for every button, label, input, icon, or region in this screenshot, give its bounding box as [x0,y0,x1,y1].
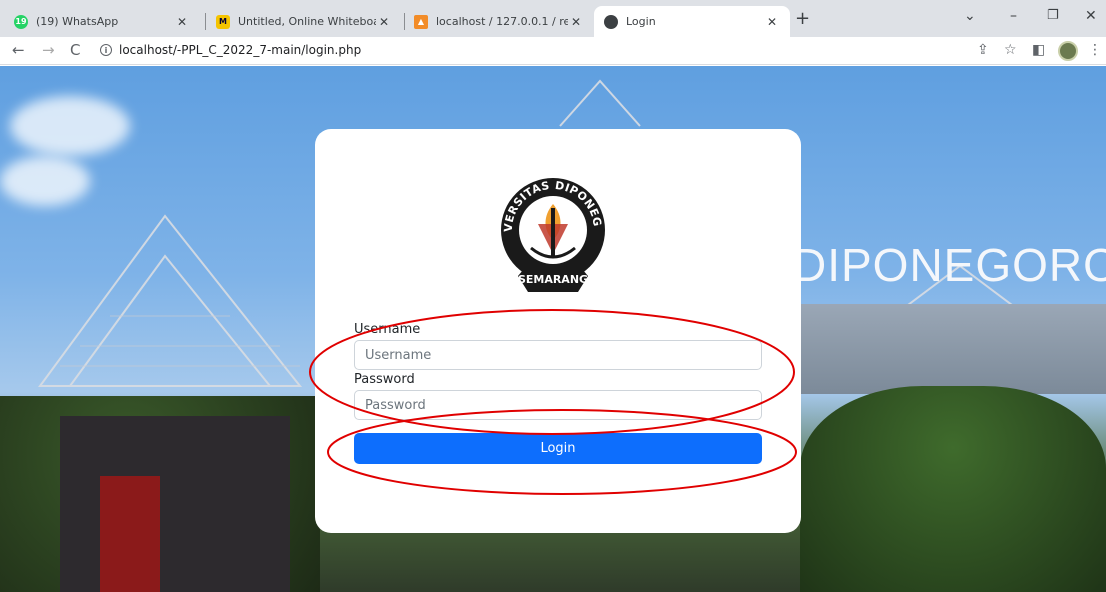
tab-title: Untitled, Online Whiteboard for \ [238,15,376,28]
browser-toolbar: ← → C i localhost/-PPL_C_2022_7-main/log… [0,37,1106,65]
menu-icon[interactable]: ⋮ [1088,42,1102,58]
whatsapp-icon: 19 [14,14,28,29]
background-trees [800,386,1106,592]
phpmyadmin-icon: ▲ [414,14,428,29]
share-icon[interactable]: ⇪ [977,42,989,58]
minimize-button[interactable]: – [1010,8,1017,24]
tab-search-icon[interactable]: ⌄ [964,8,976,24]
side-panel-icon[interactable]: ◧ [1032,42,1045,58]
password-input[interactable] [354,390,762,420]
tab-title: Login [626,15,656,28]
username-label: Username [354,322,421,337]
tab-title: (19) WhatsApp [36,15,119,28]
tab-phpmyadmin[interactable]: ▲ localhost / 127.0.0.1 / referensi / ✕ [404,6,594,37]
reload-button[interactable]: C [70,41,80,59]
new-tab-button[interactable]: + [795,8,810,29]
bookmark-star-icon[interactable]: ☆ [1004,42,1017,58]
info-icon[interactable]: i [100,44,112,56]
university-logo: UNIVERSITAS DIPONEGORO SEMARANG [498,168,605,292]
tab-login[interactable]: Login ✕ [594,6,790,37]
back-button[interactable]: ← [12,41,25,59]
miro-icon: M [216,14,230,29]
background-gate-pillar [100,476,160,592]
url-text: localhost/-PPL_C_2022_7-main/login.php [119,43,362,57]
profile-avatar[interactable] [1058,41,1078,61]
login-button[interactable]: Login [354,433,762,464]
logo-bottom-text: SEMARANG [518,273,588,286]
password-label: Password [354,372,415,387]
close-icon[interactable]: ✕ [568,15,584,29]
address-bar[interactable]: i localhost/-PPL_C_2022_7-main/login.php [100,43,361,57]
close-window-button[interactable]: ✕ [1085,8,1097,24]
tab-whiteboard[interactable]: M Untitled, Online Whiteboard for \ ✕ [206,6,402,37]
forward-button[interactable]: → [42,41,55,59]
background-sign-text: DIPONEGORO [793,239,1106,291]
tab-strip: 19 (19) WhatsApp ✕ M Untitled, Online Wh… [0,0,1106,37]
username-input[interactable] [354,340,762,370]
close-icon[interactable]: ✕ [174,15,190,29]
tab-title: localhost / 127.0.0.1 / referensi / [436,15,568,28]
background-sign [780,304,1106,394]
close-icon[interactable]: ✕ [376,15,392,29]
restore-button[interactable]: ❐ [1047,8,1059,23]
tab-whatsapp[interactable]: 19 (19) WhatsApp ✕ [4,6,200,37]
background-gate [60,416,290,592]
globe-icon [604,14,618,29]
close-icon[interactable]: ✕ [764,15,780,29]
